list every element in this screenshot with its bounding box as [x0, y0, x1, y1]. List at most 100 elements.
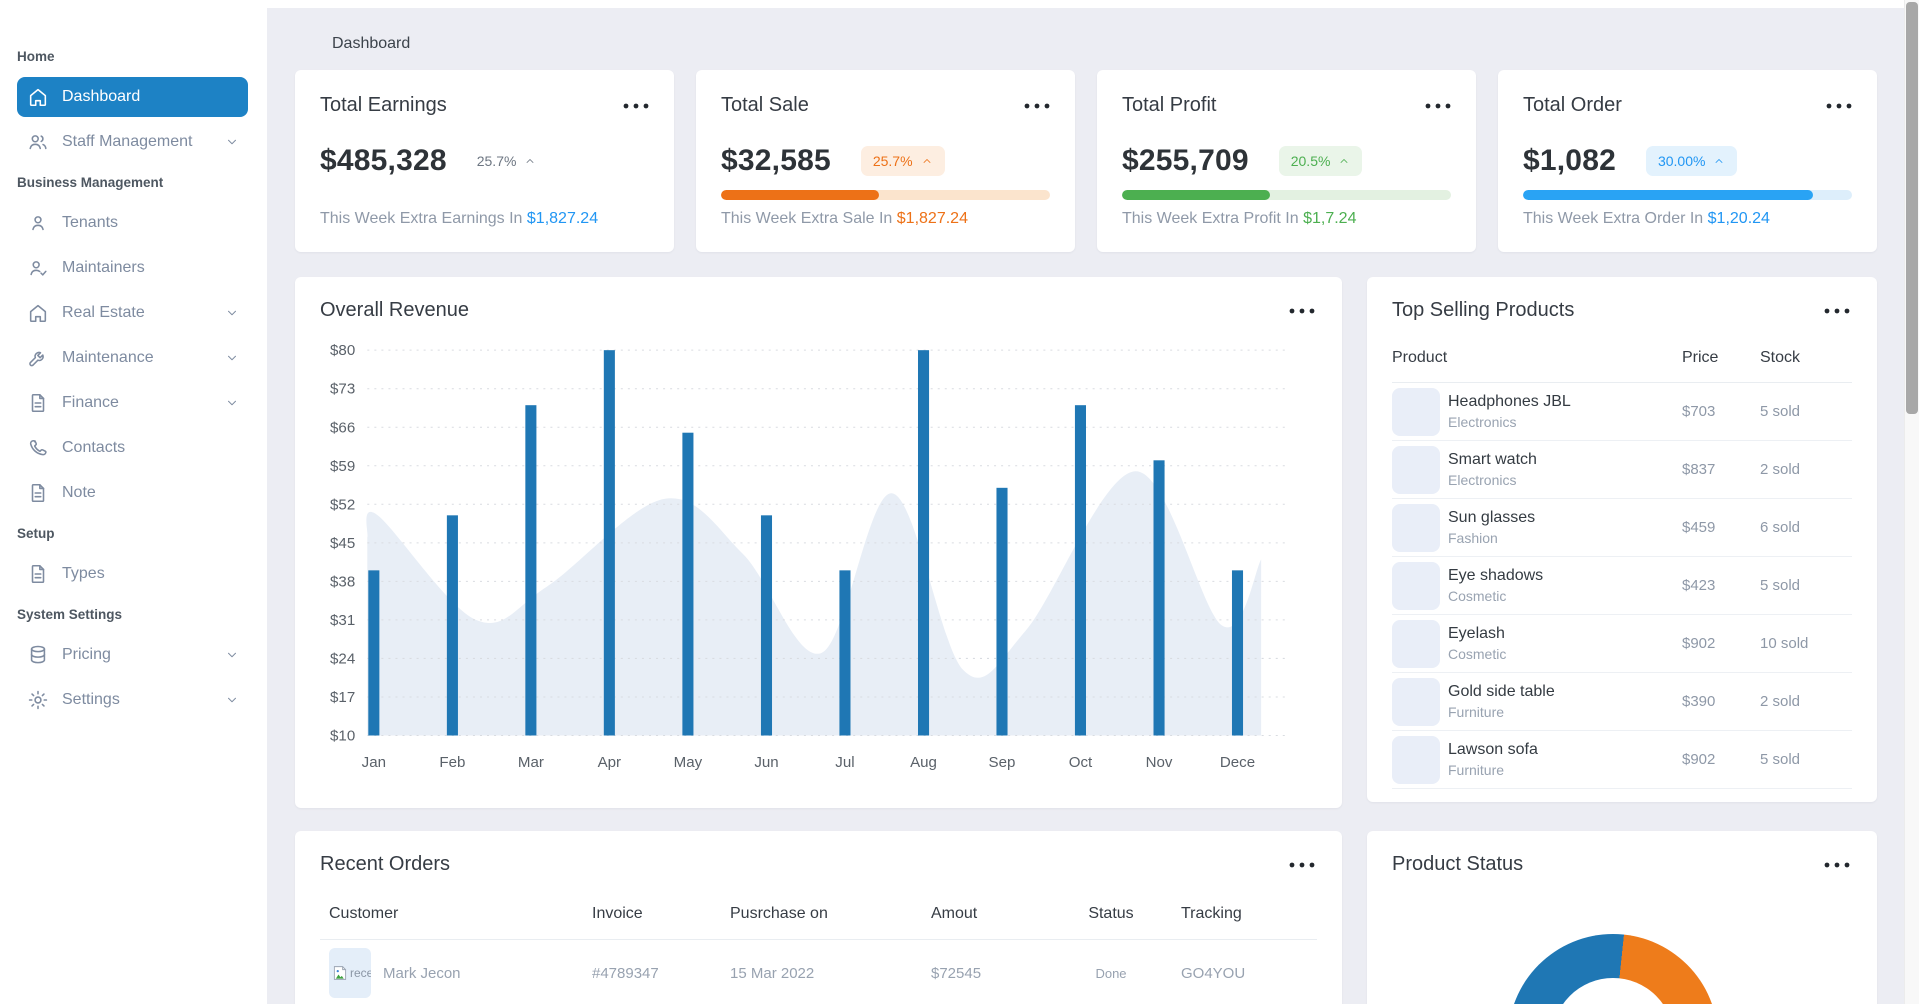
- chevron-up-icon: [524, 155, 536, 167]
- change-badge: 25.7%: [860, 146, 945, 176]
- svg-text:Nov: Nov: [1146, 754, 1173, 771]
- chevron-down-icon: [225, 648, 239, 662]
- order-status: Done: [1095, 965, 1127, 981]
- chevron-down-icon: [225, 135, 239, 149]
- sidebar-item-maintainers[interactable]: Maintainers: [17, 248, 248, 288]
- product-price: $703: [1682, 403, 1716, 420]
- card-menu-button[interactable]: [620, 100, 652, 112]
- footer-value: $1,827.24: [526, 210, 599, 227]
- product-thumbnail: [1392, 445, 1440, 494]
- product-name: Eye shadows: [1448, 567, 1544, 584]
- scrollbar-track[interactable]: [1904, 0, 1919, 1004]
- product-row[interactable]: Sun glasses Fashion $459 6 sold: [1392, 499, 1852, 557]
- product-price: $423: [1682, 577, 1716, 594]
- change-badge: 25.7%: [477, 154, 537, 168]
- card-footer: This Week Extra Earnings In $1,827.24: [320, 210, 598, 228]
- svg-text:$31: $31: [330, 612, 355, 629]
- product-price: $459: [1682, 519, 1716, 536]
- svg-text:Feb: Feb: [439, 754, 465, 771]
- svg-text:Dece: Dece: [1220, 754, 1255, 771]
- revenue-bar-chart: $80 $73 $66 $59 $52 $45 $38 $31 $24 $17 $10 Jan Feb M…: [330, 342, 1285, 771]
- sidebar-item-real-estate[interactable]: Real Estate: [17, 293, 248, 333]
- panel-title: Overall Revenue: [320, 299, 469, 321]
- orders-column-header-status: Status: [1088, 905, 1134, 922]
- card-menu-button[interactable]: [1823, 100, 1855, 112]
- sidebar-section-label: Business Management: [17, 175, 164, 190]
- order-row[interactable]: rece Mark Jecon #4789347 15 Mar 2022 $72545 D…: [320, 940, 1317, 1004]
- order-customer: Mark Jecon: [383, 964, 461, 982]
- users-icon: [27, 131, 49, 153]
- sidebar-item-pricing[interactable]: Pricing: [17, 635, 248, 675]
- sidebar-item-staff-management[interactable]: Staff Management: [17, 122, 248, 162]
- sidebar-item-types[interactable]: Types: [17, 554, 248, 594]
- card-footer: This Week Extra Order In $1,20.24: [1523, 210, 1770, 228]
- card-menu-button[interactable]: [1021, 100, 1053, 112]
- product-row[interactable]: Headphones JBL Electronics $703 5 sold: [1392, 383, 1852, 441]
- orders-table-header: Customer Invoice Pusrchase on Amout Status Tr…: [320, 905, 1317, 940]
- gear-icon: [27, 689, 49, 711]
- product-stock: 2 sold: [1760, 693, 1801, 710]
- sidebar-item-finance[interactable]: Finance: [17, 383, 248, 423]
- product-stock: 5 sold: [1760, 403, 1801, 420]
- product-row[interactable]: Smart watch Electronics $837 2 sold: [1392, 441, 1852, 499]
- home-icon: [27, 302, 49, 324]
- stat-card-total-sale: Total Sale $32,585 25.7% This Week Extra Sa…: [696, 70, 1075, 252]
- product-category: Cosmetic: [1448, 646, 1507, 662]
- card-title: Total Earnings: [320, 94, 447, 116]
- sidebar-item-settings[interactable]: Settings: [17, 680, 248, 720]
- change-value: 30.00%: [1657, 153, 1706, 169]
- panel-menu-button[interactable]: [1821, 859, 1853, 871]
- file-icon: [27, 482, 49, 504]
- sidebar-item-label: Pricing: [62, 646, 111, 663]
- product-row[interactable]: Gold side table Furniture $390 2 sold: [1392, 673, 1852, 731]
- panel-menu-button[interactable]: [1821, 305, 1853, 317]
- breadcrumb: Dashboard: [332, 35, 411, 52]
- product-thumbnail: [1392, 503, 1440, 552]
- product-stock: 10 sold: [1760, 635, 1809, 652]
- sidebar-item-tenants[interactable]: Tenants: [17, 203, 248, 243]
- sidebar-item-label: Settings: [62, 691, 120, 708]
- avatar-alt-text: rece: [350, 966, 371, 980]
- card-value: $485,328: [320, 144, 447, 177]
- product-status-panel: Product Status: [1367, 831, 1877, 1004]
- sidebar-item-dashboard[interactable]: Dashboard: [17, 77, 248, 117]
- panel-menu-button[interactable]: [1286, 859, 1318, 871]
- svg-text:Sep: Sep: [989, 754, 1016, 771]
- product-row[interactable]: Eye shadows Cosmetic $423 5 sold: [1392, 557, 1852, 615]
- svg-text:$24: $24: [330, 650, 355, 667]
- scrollbar-thumb[interactable]: [1906, 2, 1918, 414]
- panel-menu-button[interactable]: [1286, 305, 1318, 317]
- svg-text:$66: $66: [330, 419, 355, 436]
- svg-text:$59: $59: [330, 458, 355, 475]
- card-title: Total Sale: [721, 94, 809, 116]
- sidebar-item-note[interactable]: Note: [17, 473, 248, 513]
- chevron-down-icon: [225, 693, 239, 707]
- order-invoice: #4789347: [592, 964, 659, 982]
- home-icon: [27, 86, 49, 108]
- chevron-down-icon: [225, 351, 239, 365]
- footer-value: $1,20.24: [1707, 210, 1770, 227]
- card-value: $1,082: [1523, 144, 1616, 177]
- product-price: $390: [1682, 693, 1716, 710]
- product-category: Electronics: [1448, 472, 1517, 488]
- product-row[interactable]: Lawson sofa Furniture $902 5 sold: [1392, 731, 1852, 789]
- sidebar-item-label: Maintainers: [62, 259, 145, 276]
- product-name: Eyelash: [1448, 625, 1505, 642]
- svg-text:Jun: Jun: [754, 754, 778, 771]
- product-stock: 5 sold: [1760, 577, 1801, 594]
- card-menu-button[interactable]: [1422, 100, 1454, 112]
- product-thumbnail: [1392, 677, 1440, 726]
- sidebar-item-maintenance[interactable]: Maintenance: [17, 338, 248, 378]
- product-category: Electronics: [1448, 414, 1517, 430]
- svg-text:$38: $38: [330, 573, 355, 590]
- product-stock: 6 sold: [1760, 519, 1801, 536]
- database-icon: [27, 644, 49, 666]
- sidebar-item-label: Contacts: [62, 439, 126, 456]
- sidebar-item-contacts[interactable]: Contacts: [17, 428, 248, 468]
- change-badge: 20.5%: [1278, 146, 1363, 176]
- card-value: $255,709: [1122, 144, 1249, 177]
- footer-text: This Week Extra Profit In: [1122, 210, 1304, 227]
- product-row[interactable]: Eyelash Cosmetic $902 10 sold: [1392, 615, 1852, 673]
- sidebar-item-label: Maintenance: [62, 349, 154, 366]
- footer-value: $1,827.24: [896, 210, 968, 227]
